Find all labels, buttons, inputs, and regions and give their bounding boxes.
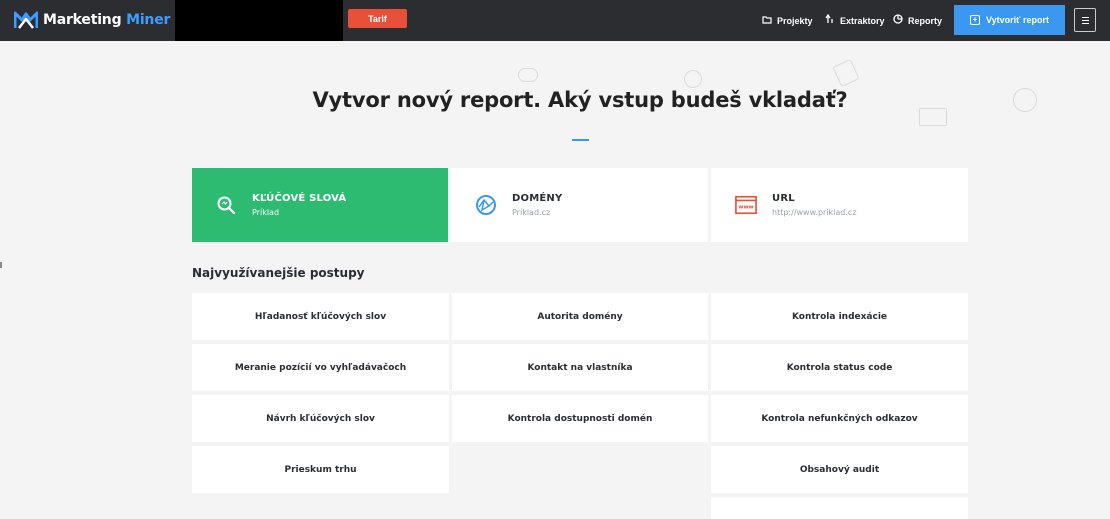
procedure-item[interactable]: Kontrola nefunkčných odkazov <box>711 395 968 442</box>
hamburger-menu-button[interactable] <box>1074 8 1096 32</box>
nav-projekty[interactable]: Projekty <box>762 0 813 41</box>
decorative-cloud-icon <box>518 68 538 82</box>
input-type-title: KĽÚČOVÉ SLOVÁ <box>252 193 347 204</box>
input-type-keywords[interactable]: KĽÚČOVÉ SLOVÁ Príklad <box>192 168 448 242</box>
input-type-domains[interactable]: DOMÉNY Príklad.cz <box>451 168 708 242</box>
nav-reporty-label: Reporty <box>908 15 943 26</box>
redacted-area <box>175 0 343 41</box>
title-underline <box>572 139 589 141</box>
input-type-example: Príklad.cz <box>512 208 551 217</box>
page-title: Vytvor nový report. Aký vstup budeš vkla… <box>312 88 848 112</box>
input-type-example: Príklad <box>252 208 280 217</box>
procedure-item[interactable]: Kontrola dostupnosti domén <box>452 395 708 442</box>
svg-text:www: www <box>738 205 753 211</box>
menu-line-icon <box>1081 22 1089 24</box>
procedure-item[interactable]: Meranie pozícií vo vyhľadávačoch <box>192 344 449 391</box>
procedure-item[interactable]: Kontrola status code <box>711 344 968 391</box>
folder-icon <box>762 15 772 27</box>
procedure-item[interactable] <box>711 497 968 519</box>
nav-extraktory-label: Extraktory <box>840 15 885 26</box>
nav-extraktory[interactable]: Extraktory <box>825 0 885 41</box>
procedure-item[interactable]: Prieskum trhu <box>192 446 449 493</box>
procedure-item[interactable]: Autorita domény <box>452 293 708 340</box>
input-type-title: DOMÉNY <box>512 193 563 204</box>
procedure-item[interactable]: Hľadanosť kľúčových slov <box>192 293 449 340</box>
brand-name: Marketing Miner <box>43 12 171 28</box>
decorative-tag-icon <box>832 58 860 88</box>
nav-projekty-label: Projekty <box>777 15 813 26</box>
browser-window-icon: www <box>735 194 757 216</box>
procedure-item[interactable]: Návrh kľúčových slov <box>192 395 449 442</box>
brand-logo-link[interactable]: Marketing Miner <box>14 8 170 32</box>
input-type-example: http://www.priklad.cz <box>772 208 857 217</box>
menu-line-icon <box>1081 19 1089 21</box>
globe-icon <box>475 194 497 216</box>
procedure-item[interactable]: Kontrola indexácie <box>711 293 968 340</box>
chart-icon <box>893 14 903 27</box>
procedure-item[interactable]: Kontakt na vlastníka <box>452 344 708 391</box>
scroll-marker <box>0 262 2 268</box>
tarif-button[interactable]: Tarif <box>348 9 407 28</box>
search-icon <box>215 194 237 216</box>
marketing-miner-logo-icon <box>14 11 38 29</box>
input-type-title: URL <box>772 193 795 204</box>
nav-reporty[interactable]: Reporty <box>893 0 942 41</box>
create-report-button[interactable]: + Vytvoriť report <box>954 5 1065 35</box>
decorative-circle-icon <box>684 70 702 88</box>
procedure-item[interactable]: Obsahový audit <box>711 446 968 493</box>
top-navigation-bar: Marketing Miner Tarif Projekty Extraktor… <box>0 0 1110 41</box>
plus-icon: + <box>970 15 980 25</box>
input-type-url[interactable]: www URL http://www.priklad.cz <box>711 168 968 242</box>
extract-icon <box>825 13 835 27</box>
menu-line-icon <box>1081 16 1089 18</box>
procedures-section-title: Najvyužívanejšie postupy <box>192 266 365 280</box>
create-report-label: Vytvoriť report <box>986 15 1049 25</box>
